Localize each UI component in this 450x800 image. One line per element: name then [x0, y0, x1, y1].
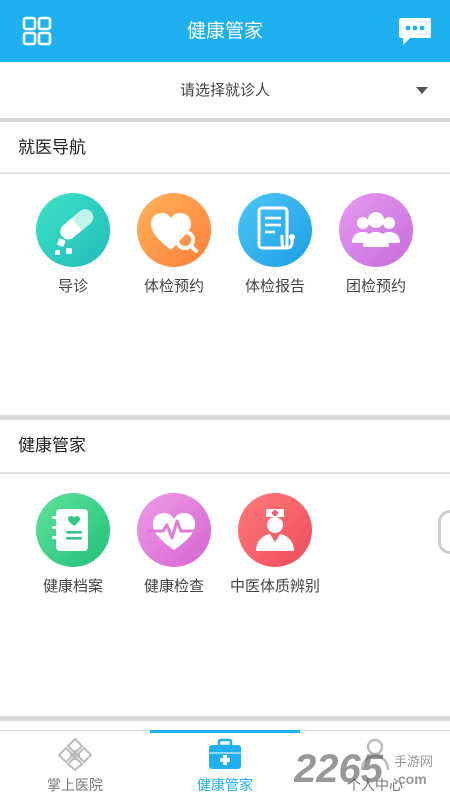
tile-guide-label: 导诊 [57, 277, 88, 295]
tile-guide[interactable]: 导诊 [25, 193, 121, 296]
health-record-icon [36, 493, 110, 567]
tile-checkup-booking-circle [137, 193, 211, 267]
report-stethoscope-icon [238, 193, 312, 267]
divider [0, 472, 450, 474]
section-title-navigation: 就医导航 [18, 138, 86, 158]
tile-checkup-report[interactable]: 体检报告 [227, 193, 323, 296]
tile-health-records-circle [36, 493, 110, 567]
tile-health-check-label: 健康检查 [143, 577, 204, 595]
tile-health-records-label: 健康档案 [42, 577, 103, 595]
pill-icon [36, 193, 110, 267]
tile-group-booking[interactable]: 团检预约 [328, 193, 424, 296]
active-tab-indicator [150, 730, 300, 733]
hospital-cross-icon [57, 737, 93, 771]
heart-search-icon [137, 193, 211, 267]
tab-health-manager[interactable]: 健康管家 [150, 730, 300, 800]
app-header: 健康管家 [0, 0, 450, 62]
tile-tcm-constitution[interactable]: 中医体质辨别 [222, 493, 328, 596]
watermark-logo: 2265 手游网 .com [293, 742, 444, 794]
tile-checkup-booking-label: 体检预约 [143, 277, 204, 295]
tile-group-booking-circle [339, 193, 413, 267]
tile-checkup-report-label: 体检报告 [244, 277, 305, 295]
nurse-icon [238, 493, 312, 567]
heartbeat-icon [137, 493, 211, 567]
watermark-number: 2265 [294, 747, 384, 791]
dropdown-arrow-icon [416, 87, 428, 94]
tile-guide-circle [36, 193, 110, 267]
side-scroll-handle[interactable] [438, 510, 450, 554]
patient-selector-label: 请选择就诊人 [179, 81, 270, 99]
group-icon [339, 193, 413, 267]
page-title: 健康管家 [186, 20, 263, 42]
tab-health-manager-label: 健康管家 [197, 778, 253, 794]
divider [0, 172, 450, 174]
tab-hospital[interactable]: 掌上医院 [0, 731, 150, 800]
medical-kit-icon [209, 738, 241, 769]
tile-tcm-constitution-label: 中医体质辨别 [229, 577, 320, 595]
watermark-graphic: 2265 手游网 .com [293, 747, 433, 791]
patient-selector[interactable]: 请选择就诊人 [0, 62, 450, 118]
tile-checkup-booking[interactable]: 体检预约 [126, 193, 222, 296]
watermark-suffix: 手游网 [394, 755, 433, 770]
section-title-health-manager: 健康管家 [18, 436, 86, 456]
messages-button[interactable] [398, 16, 432, 46]
watermark-domain: .com [394, 771, 427, 787]
chat-bubble-icon [399, 18, 431, 45]
separator [0, 716, 450, 721]
tile-health-check[interactable]: 健康检查 [126, 493, 222, 596]
tile-group-booking-label: 团检预约 [345, 277, 406, 295]
tile-health-check-circle [137, 493, 211, 567]
tile-health-records[interactable]: 健康档案 [25, 493, 121, 596]
tile-tcm-constitution-circle [238, 493, 312, 567]
tile-checkup-report-circle [238, 193, 312, 267]
tab-hospital-label: 掌上医院 [47, 778, 103, 794]
